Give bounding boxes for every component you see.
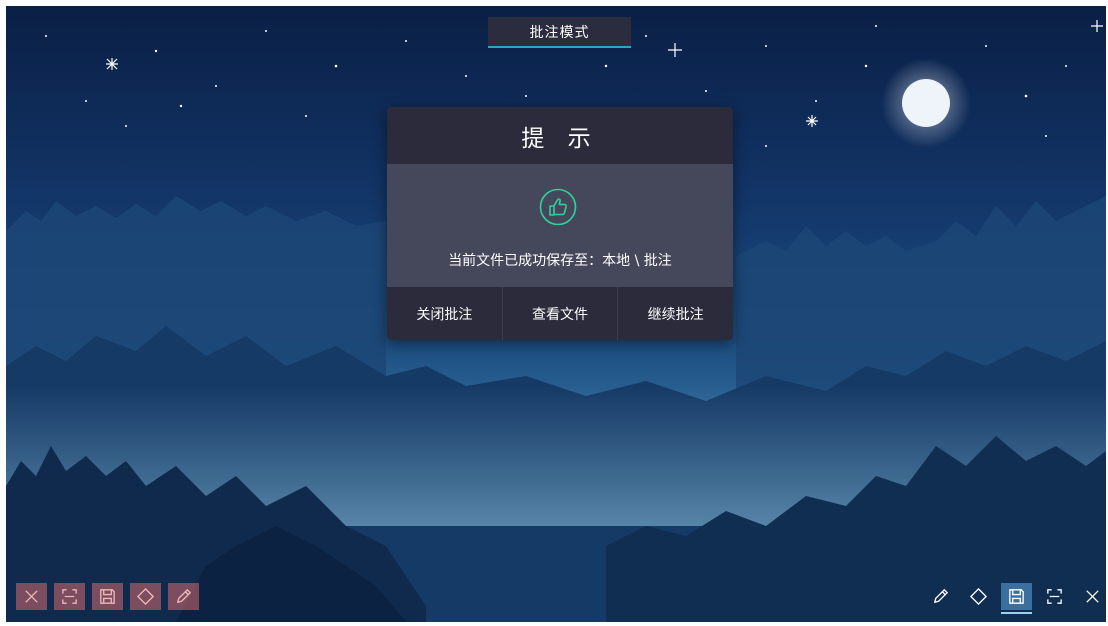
close-annotation-button[interactable]: 关闭批注 xyxy=(387,287,502,340)
dialog-title: 提 示 xyxy=(521,125,599,152)
dialog-actions: 关闭批注 查看文件 继续批注 xyxy=(387,287,733,340)
fullscreen-icon xyxy=(1047,589,1062,604)
eraser-icon xyxy=(136,587,155,606)
close-icon xyxy=(25,590,38,603)
pen-tool-button[interactable] xyxy=(168,583,199,610)
close-icon xyxy=(1086,590,1099,603)
save-icon xyxy=(100,589,115,604)
eraser-tool-button[interactable] xyxy=(130,583,161,610)
save-icon xyxy=(1009,589,1024,604)
fullscreen-icon xyxy=(62,589,77,604)
moon xyxy=(902,79,950,127)
save-success-dialog: 提 示 当前文件已成功保存至：本地 \ 批注 关闭批注 查看文件 继续批注 xyxy=(387,107,733,340)
annotation-mode-tab[interactable]: 批注模式 xyxy=(488,17,631,48)
dialog-message: 当前文件已成功保存至：本地 \ 批注 xyxy=(448,253,672,269)
fullscreen-tool-button[interactable] xyxy=(1039,583,1070,610)
close-tool-button[interactable] xyxy=(1077,583,1108,610)
save-tool-button[interactable] xyxy=(92,583,123,610)
continue-annotation-button[interactable]: 继续批注 xyxy=(617,287,733,340)
thumbs-up-icon xyxy=(539,188,577,226)
eraser-icon xyxy=(969,587,988,606)
pen-icon xyxy=(176,588,192,604)
save-tool-button[interactable] xyxy=(1001,583,1032,614)
pen-icon xyxy=(933,588,949,604)
view-file-button[interactable]: 查看文件 xyxy=(501,287,618,340)
eraser-tool-button[interactable] xyxy=(963,583,994,610)
close-tool-button[interactable] xyxy=(16,583,47,610)
pen-tool-button[interactable] xyxy=(925,583,956,610)
fullscreen-tool-button[interactable] xyxy=(54,583,85,610)
toolbar-right xyxy=(925,583,1108,614)
dialog-header: 提 示 xyxy=(387,107,733,164)
mode-tab-label: 批注模式 xyxy=(529,24,590,41)
toolbar-left-disabled xyxy=(16,583,199,610)
dialog-body: 当前文件已成功保存至：本地 \ 批注 xyxy=(387,164,733,287)
